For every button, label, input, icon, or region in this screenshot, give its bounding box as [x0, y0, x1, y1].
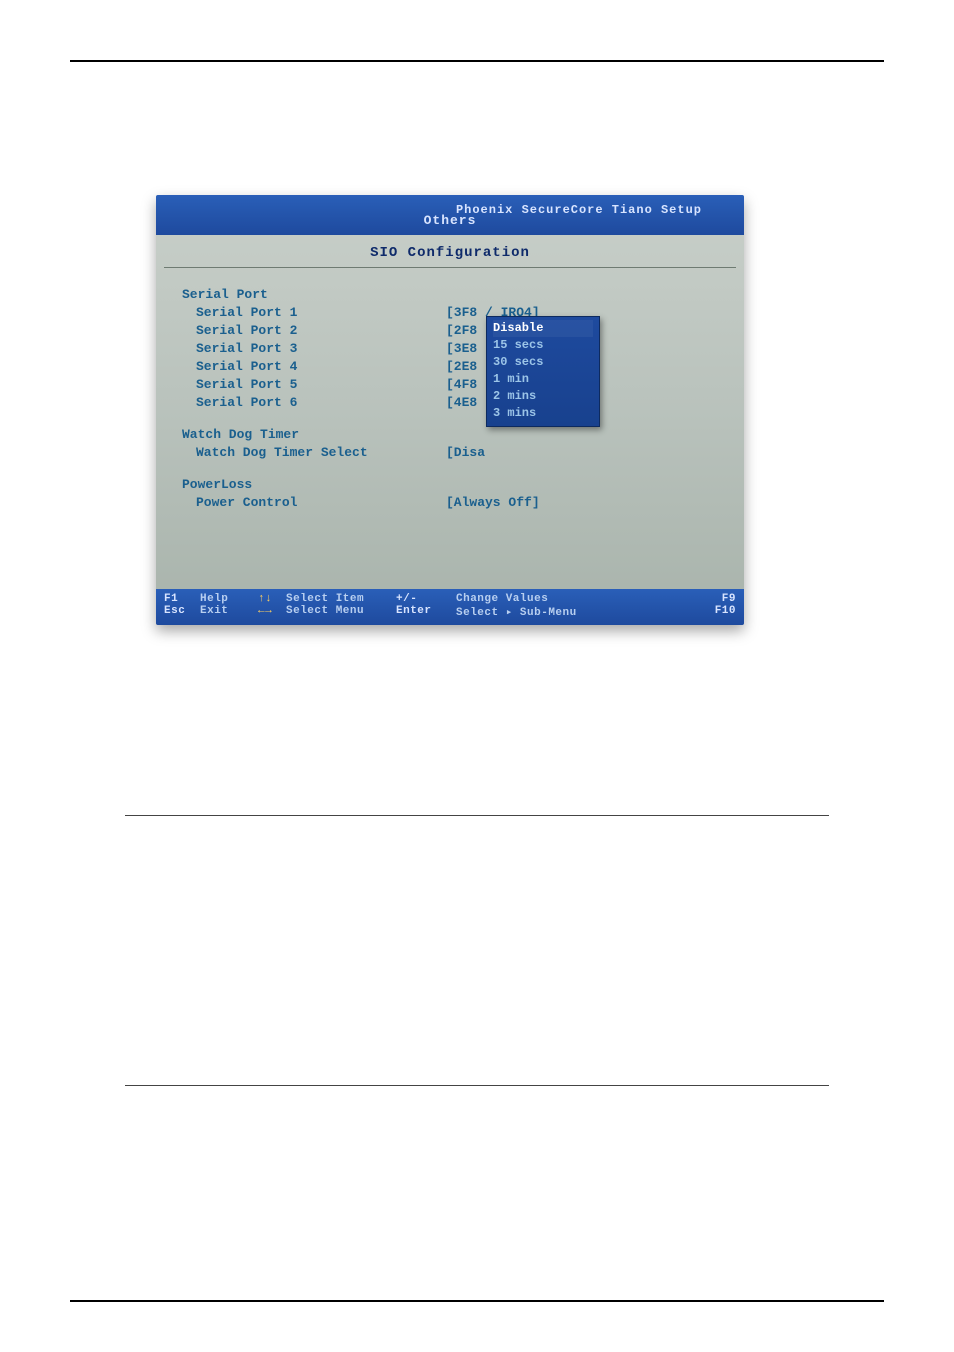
serial-port-2-row[interactable]: Serial Port 2 [2F8	[182, 322, 718, 340]
serial-port-header: Serial Port	[182, 286, 718, 304]
powerloss-header: PowerLoss	[182, 476, 718, 494]
serial-port-4-label: Serial Port 4	[182, 358, 446, 376]
serial-port-3-row[interactable]: Serial Port 3 [3E8	[182, 340, 718, 358]
dropdown-option-2mins[interactable]: 2 mins	[493, 388, 593, 405]
watchdog-select-row[interactable]: Watch Dog Timer Select [Disa	[182, 444, 718, 462]
dropdown-option-15secs[interactable]: 15 secs	[493, 337, 593, 354]
footer-key-f9: F9	[704, 593, 736, 605]
serial-port-5-label: Serial Port 5	[182, 376, 446, 394]
page-title: SIO Configuration	[156, 235, 744, 267]
footer-label-help: Help	[200, 593, 258, 605]
key-help-footer: F1 Help ↑↓ Select Item +/- Change Values…	[156, 589, 744, 625]
serial-port-1-label: Serial Port 1	[182, 304, 446, 322]
title-bar: Phoenix SecureCore Tiano Setup Others	[156, 195, 744, 235]
bios-setup-window: Phoenix SecureCore Tiano Setup Others SI…	[156, 195, 744, 625]
dropdown-option-1min[interactable]: 1 min	[493, 371, 593, 388]
page-header-rule	[70, 60, 884, 62]
watchdog-dropdown[interactable]: Disable 15 secs 30 secs 1 min 2 mins 3 m…	[486, 316, 600, 427]
power-control-label: Power Control	[182, 494, 446, 512]
footer-key-enter: Enter	[396, 605, 456, 619]
watchdog-header: Watch Dog Timer	[182, 426, 718, 444]
page-footer-rule	[70, 1300, 884, 1302]
serial-port-6-label: Serial Port 6	[182, 394, 446, 412]
serial-port-5-value: [4F8	[446, 376, 477, 394]
separator-line	[125, 1085, 829, 1086]
power-control-value: [Always Off]	[446, 494, 540, 512]
footer-key-plusminus: +/-	[396, 593, 456, 605]
serial-port-2-value: [2F8	[446, 322, 477, 340]
dropdown-option-disable[interactable]: Disable	[493, 320, 593, 337]
serial-port-1-row[interactable]: Serial Port 1 [3F8 / IRQ4]	[182, 304, 718, 322]
serial-port-6-value: [4E8	[446, 394, 477, 412]
serial-port-4-value: [2E8	[446, 358, 477, 376]
footer-label-select-item: Select Item	[286, 593, 396, 605]
footer-label-change-values: Change Values	[456, 593, 704, 605]
dropdown-option-30secs[interactable]: 30 secs	[493, 354, 593, 371]
watchdog-select-label: Watch Dog Timer Select	[182, 444, 446, 462]
leftright-arrow-icon: ←→	[258, 605, 286, 619]
setup-tab[interactable]: Others	[424, 213, 477, 228]
serial-port-6-row[interactable]: Serial Port 6 [4E8	[182, 394, 718, 412]
footer-key-f10: F10	[704, 605, 736, 619]
serial-port-2-label: Serial Port 2	[182, 322, 446, 340]
footer-label-exit: Exit	[200, 605, 258, 619]
watchdog-select-value: [Disa	[446, 444, 485, 462]
settings-content: Serial Port Serial Port 1 [3F8 / IRQ4] S…	[156, 268, 744, 512]
serial-port-5-row[interactable]: Serial Port 5 [4F8	[182, 376, 718, 394]
updown-arrow-icon: ↑↓	[258, 593, 286, 605]
serial-port-3-value: [3E8	[446, 340, 477, 358]
dropdown-option-3mins[interactable]: 3 mins	[493, 405, 593, 422]
footer-key-esc: Esc	[164, 605, 200, 619]
footer-label-select-menu: Select Menu	[286, 605, 396, 619]
serial-port-4-row[interactable]: Serial Port 4 [2E8	[182, 358, 718, 376]
serial-port-3-label: Serial Port 3	[182, 340, 446, 358]
footer-key-f1: F1	[164, 593, 200, 605]
separator-line	[125, 815, 829, 816]
footer-label-select-submenu: Select ▸ Sub-Menu	[456, 605, 704, 619]
power-control-row[interactable]: Power Control [Always Off]	[182, 494, 718, 512]
